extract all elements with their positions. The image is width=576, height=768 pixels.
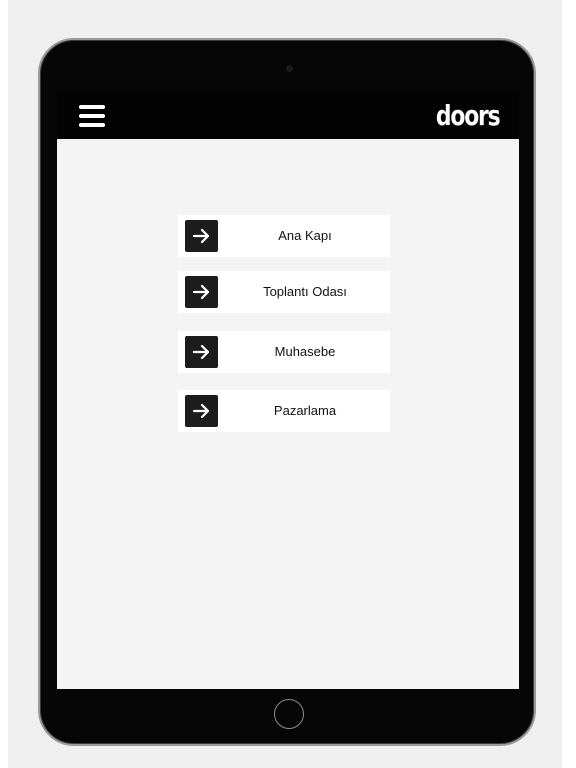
door-label: Pazarlama (273, 403, 337, 418)
door-item-muhasebe[interactable]: Muhasebe (178, 331, 390, 373)
arrow-right-icon[interactable] (185, 395, 218, 427)
door-label: Ana Kapı (278, 228, 332, 243)
hamburger-menu-icon[interactable] (77, 103, 107, 129)
arrow-right-icon[interactable] (185, 276, 218, 308)
door-label: Toplantı Odası (263, 284, 347, 299)
top-bar: doors (57, 93, 519, 139)
brand-logo: doors (435, 99, 500, 132)
home-button[interactable] (274, 699, 304, 729)
door-item-toplanti-odasi[interactable]: Toplantı Odası (178, 271, 390, 313)
front-camera (286, 65, 293, 72)
tablet-frame: doors Ana Kapı Toplantı Odası Muhasebe P… (38, 38, 536, 746)
arrow-right-icon[interactable] (185, 336, 218, 368)
app-screen: doors Ana Kapı Toplantı Odası Muhasebe P… (57, 93, 519, 689)
door-label: Muhasebe (274, 344, 336, 359)
door-item-ana-kapi[interactable]: Ana Kapı (178, 215, 390, 257)
door-item-pazarlama[interactable]: Pazarlama (178, 390, 390, 432)
arrow-right-icon[interactable] (185, 220, 218, 252)
